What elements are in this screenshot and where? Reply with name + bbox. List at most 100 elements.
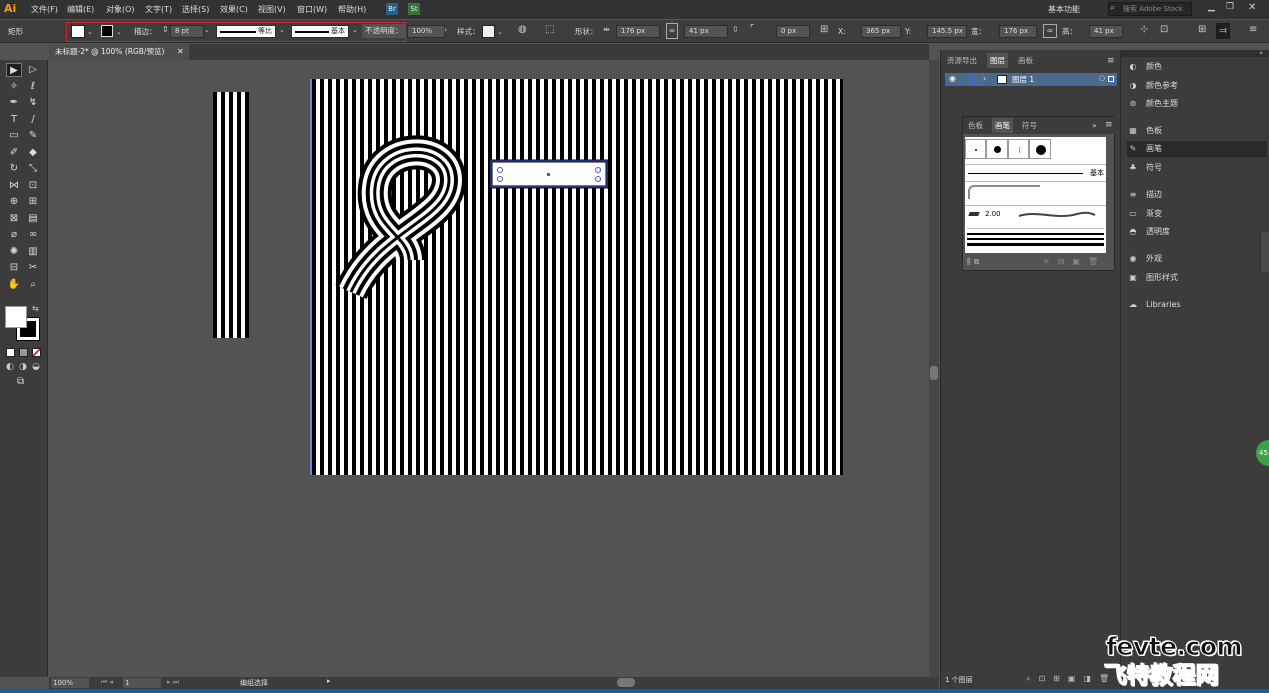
- brush-swatch[interactable]: [1029, 139, 1051, 159]
- none-mode-icon[interactable]: [32, 348, 41, 357]
- panel-tab[interactable]: 色板: [965, 118, 986, 133]
- rectangle-tool-icon[interactable]: ▭: [6, 129, 22, 143]
- symbol-sprayer-tool-icon[interactable]: ✺: [6, 245, 22, 259]
- artboard-tool-icon[interactable]: ⊟: [6, 261, 22, 275]
- scale-tool-icon[interactable]: ⤡: [25, 162, 41, 176]
- draw-inside-icon[interactable]: ◒: [32, 362, 40, 372]
- next-page-icon[interactable]: ▸ ⏭: [167, 678, 179, 687]
- corner-radius-field[interactable]: 0 px: [776, 25, 810, 38]
- zoom-tool-icon[interactable]: ⌕: [25, 278, 41, 292]
- gradient-mode-icon[interactable]: [19, 348, 28, 357]
- chevron-right-icon[interactable]: ›: [444, 25, 447, 34]
- transform-icon[interactable]: ⊞: [820, 24, 828, 35]
- pen-tool-icon[interactable]: ✒: [6, 96, 22, 110]
- opacity-field[interactable]: 100%: [407, 25, 445, 38]
- panel-tab[interactable]: 符号: [1019, 118, 1040, 133]
- slice-tool-icon[interactable]: ✂: [25, 261, 41, 275]
- w-field[interactable]: 176 px: [999, 25, 1037, 38]
- bridge-button[interactable]: Br: [386, 3, 398, 15]
- menu-item[interactable]: 帮助(H): [338, 4, 366, 16]
- expand-icon[interactable]: ›: [983, 74, 986, 83]
- workspace-switcher[interactable]: 基本功能: [1048, 4, 1080, 15]
- minimize-icon[interactable]: ▁: [1208, 2, 1215, 12]
- layer-name[interactable]: 图层 1: [1012, 74, 1034, 85]
- dock-item[interactable]: ◐ 颜色: [1127, 59, 1267, 75]
- basic-brush-row[interactable]: 基本: [965, 164, 1106, 182]
- opacity-label[interactable]: 不透明度：: [362, 24, 406, 38]
- width-tool-icon[interactable]: ⋈: [6, 179, 22, 193]
- align-distribute-icon[interactable]: ⫤: [1216, 23, 1230, 39]
- close-tab-icon[interactable]: ✕: [177, 44, 184, 60]
- eyedropper-tool-icon[interactable]: ⌀: [6, 228, 22, 242]
- zoom-field[interactable]: 100%: [51, 678, 89, 688]
- stock-search-input[interactable]: 搜索 Adobe Stock: [1108, 2, 1192, 16]
- target-icon[interactable]: ○: [1099, 74, 1105, 82]
- menu-item[interactable]: 对象(O): [106, 4, 135, 16]
- menu-item[interactable]: 文字(T): [145, 4, 172, 16]
- dock-item[interactable]: ≡ 描边: [1127, 187, 1267, 203]
- menu-item[interactable]: 视图(V): [258, 4, 286, 16]
- chevron-down-icon[interactable]: ⌄: [352, 26, 358, 34]
- fill-color-swatch[interactable]: [5, 306, 27, 328]
- dock-item[interactable]: ✎ 画笔: [1127, 141, 1267, 157]
- chevron-down-icon[interactable]: ⌄: [497, 28, 503, 36]
- dock-item[interactable]: ◑ 颜色参考: [1127, 78, 1267, 94]
- curvature-tool-icon[interactable]: ↯: [25, 96, 41, 110]
- fill-swatch[interactable]: [71, 25, 85, 38]
- dock-collapse-icon[interactable]: »: [1259, 49, 1263, 57]
- draw-behind-icon[interactable]: ◑: [19, 362, 27, 372]
- brush-swatch[interactable]: [965, 139, 986, 159]
- lasso-tool-icon[interactable]: ℓ: [25, 80, 41, 94]
- panel-tab[interactable]: 图层: [987, 53, 1008, 68]
- stock-button[interactable]: St: [408, 3, 420, 15]
- magic-wand-tool-icon[interactable]: ✧: [6, 80, 22, 94]
- brush-swatch[interactable]: [1008, 139, 1029, 159]
- free-transform-tool-icon[interactable]: ⊡: [25, 179, 41, 193]
- line-brush-row[interactable]: [967, 228, 1104, 249]
- panel-collapse-icon[interactable]: »: [1092, 121, 1097, 130]
- menu-item[interactable]: 编辑(E): [67, 4, 94, 16]
- dock-item[interactable]: ⊛ 颜色主题: [1127, 96, 1267, 112]
- eraser-tool-icon[interactable]: ◆: [25, 146, 41, 160]
- menu-item[interactable]: 文件(F): [31, 4, 58, 16]
- variable-width-profile[interactable]: 等比: [216, 25, 276, 38]
- stripe-sample[interactable]: [213, 92, 249, 338]
- dock-item[interactable]: ◓ 透明度: [1127, 224, 1267, 240]
- stroke-swatch[interactable]: [101, 25, 113, 37]
- dock-item[interactable]: ▣ 图形样式: [1127, 270, 1267, 286]
- y-field[interactable]: 145.5 px: [927, 25, 967, 38]
- menu-item[interactable]: 选择(S): [182, 4, 209, 16]
- eye-icon[interactable]: ◉: [949, 74, 956, 83]
- shape-builder-tool-icon[interactable]: ⊕: [6, 195, 22, 209]
- dock-item[interactable]: ♣ 符号: [1127, 160, 1267, 176]
- horizontal-scroll-thumb[interactable]: [617, 678, 635, 687]
- pattern-brush[interactable]: [968, 185, 1040, 199]
- brush-swatch[interactable]: [986, 139, 1008, 159]
- screen-mode-icon[interactable]: ⧉: [17, 376, 24, 387]
- direct-selection-tool-icon[interactable]: ▷: [25, 63, 41, 77]
- recolor-icon[interactable]: ◍: [518, 24, 527, 35]
- link-icon[interactable]: ∞: [666, 23, 678, 39]
- h-field[interactable]: 41 px: [1089, 25, 1123, 38]
- panel-tab[interactable]: 资源导出: [944, 53, 980, 68]
- arrange-icon[interactable]: ⊞: [1198, 24, 1206, 35]
- panel-tab[interactable]: 画板: [1015, 53, 1036, 68]
- paintbrush-tool-icon[interactable]: ✎: [25, 129, 41, 143]
- transform-panel-icon[interactable]: ⊹: [1140, 24, 1148, 35]
- status-menu-icon[interactable]: ▸: [327, 677, 331, 685]
- constrain-icon[interactable]: ∞: [1043, 24, 1057, 38]
- dock-item[interactable]: ☁ Libraries: [1127, 297, 1267, 313]
- draw-normal-icon[interactable]: ◐: [6, 362, 14, 372]
- selection-indicator[interactable]: [1108, 76, 1114, 82]
- dock-item[interactable]: ▦ 色板: [1127, 123, 1267, 139]
- layer-row[interactable]: ◉ › 图层 1 ○: [945, 73, 1117, 86]
- panel-menu-icon[interactable]: ≡: [1107, 56, 1115, 66]
- brush-library-icon[interactable]: ⫼⧉: [967, 257, 982, 267]
- align-icon[interactable]: ⬚: [545, 24, 554, 35]
- dock-item[interactable]: ▭ 渐变: [1127, 206, 1267, 222]
- shape-height-field[interactable]: 41 px: [684, 25, 728, 38]
- first-page-icon[interactable]: ⏮ ◂: [101, 678, 113, 687]
- document-tab[interactable]: 未标题-2* @ 100% (RGB/预览) ✕: [49, 44, 189, 60]
- swap-colors-icon[interactable]: ⇆: [32, 304, 39, 313]
- menu-item[interactable]: 效果(C): [220, 4, 248, 16]
